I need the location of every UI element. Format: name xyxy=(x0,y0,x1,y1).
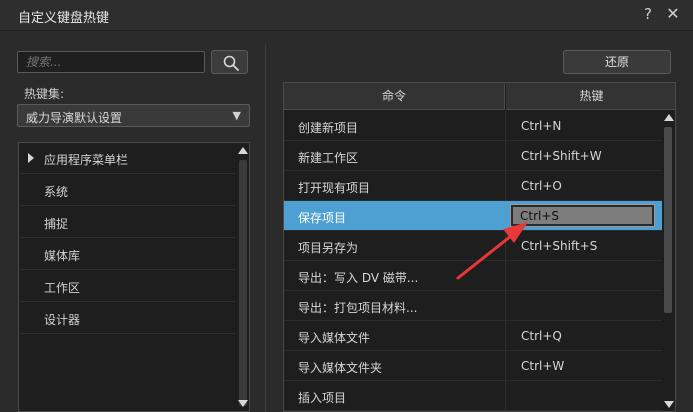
category-list: 应用程序菜单栏 系统 捕捉 媒体库 工作区 设计器 xyxy=(18,142,250,412)
panel-divider xyxy=(265,44,266,412)
command-cell: 新建工作区 xyxy=(298,151,359,165)
scroll-up-icon[interactable] xyxy=(238,147,248,154)
category-label: 工作区 xyxy=(44,281,81,295)
cell-divider xyxy=(505,321,506,351)
command-cell: 保存项目 xyxy=(298,211,347,225)
hotkey-set-label: 热键集: xyxy=(24,87,65,101)
cell-divider xyxy=(505,171,506,201)
category-item-system[interactable]: 系统 xyxy=(20,175,235,206)
column-header-command[interactable]: 命令 xyxy=(284,83,505,110)
category-label: 系统 xyxy=(44,185,69,199)
command-cell: 导入媒体文件夹 xyxy=(298,361,383,375)
category-item-app-menu[interactable]: 应用程序菜单栏 xyxy=(20,143,235,174)
table-row[interactable]: 创建新项目 Ctrl+N xyxy=(284,111,662,141)
category-item-workspace[interactable]: 工作区 xyxy=(20,271,235,302)
expand-arrow-icon[interactable] xyxy=(28,153,34,163)
hotkey-set-value: 威力导演默认设置 xyxy=(26,111,123,125)
hotkey-cell[interactable]: Ctrl+N xyxy=(521,119,561,133)
category-label: 捕捉 xyxy=(44,217,69,231)
table-row[interactable]: 导入媒体文件 Ctrl+Q xyxy=(284,321,662,351)
table-row[interactable]: 项目另存为 Ctrl+Shift+S xyxy=(284,231,662,261)
command-cell: 创建新项目 xyxy=(298,121,359,135)
hotkey-cell[interactable]: Ctrl+Shift+S xyxy=(521,239,597,253)
command-cell: 导出：打包项目材料... xyxy=(298,301,418,315)
title-bar: 自定义键盘热键 ? ✕ xyxy=(0,0,693,31)
hotkey-cell[interactable]: Ctrl+Q xyxy=(521,329,562,343)
hotkey-cell[interactable]: Ctrl+O xyxy=(521,179,562,193)
cell-divider xyxy=(505,141,506,171)
category-label: 媒体库 xyxy=(44,249,81,263)
table-row[interactable]: 打开现有项目 Ctrl+O xyxy=(284,171,662,201)
category-label: 设计器 xyxy=(44,313,81,327)
scroll-down-icon[interactable] xyxy=(664,401,674,408)
restore-button[interactable]: 还原 xyxy=(563,50,671,74)
table-row[interactable]: 导入媒体文件夹 Ctrl+W xyxy=(284,351,662,381)
cell-divider xyxy=(505,231,506,261)
table-row[interactable]: 导出：写入 DV 磁带... xyxy=(284,261,662,291)
cell-divider xyxy=(505,261,506,291)
cell-divider xyxy=(505,351,506,381)
column-header-hotkey[interactable]: 热键 xyxy=(506,83,675,110)
category-label: 应用程序菜单栏 xyxy=(44,153,129,167)
table-row-selected[interactable]: 保存项目 Ctrl+S xyxy=(284,201,662,231)
hotkey-cell[interactable]: Ctrl+Shift+W xyxy=(521,149,602,163)
search-button[interactable] xyxy=(211,50,248,74)
help-icon[interactable]: ? xyxy=(640,5,656,25)
command-cell: 打开现有项目 xyxy=(298,181,371,195)
command-cell: 导入媒体文件 xyxy=(298,331,371,345)
scroll-thumb[interactable] xyxy=(664,127,672,313)
hotkey-table: 命令 热键 创建新项目 Ctrl+N 新建工作区 Ctrl+Shift+W 打开… xyxy=(283,82,676,412)
table-row[interactable]: 插入项目 xyxy=(284,381,662,411)
command-cell: 插入项目 xyxy=(298,391,347,405)
scroll-down-icon[interactable] xyxy=(238,400,248,407)
table-scrollbar[interactable] xyxy=(662,111,675,411)
chevron-down-icon: ▼ xyxy=(232,109,241,122)
search-icon xyxy=(223,55,239,71)
category-item-designer[interactable]: 设计器 xyxy=(20,303,235,334)
category-item-capture[interactable]: 捕捉 xyxy=(20,207,235,238)
cell-divider xyxy=(505,381,506,411)
cell-divider xyxy=(505,291,506,321)
hotkey-cell[interactable]: Ctrl+W xyxy=(521,359,564,373)
hotkey-edit-value: Ctrl+S xyxy=(520,209,560,223)
scroll-up-icon[interactable] xyxy=(664,114,674,121)
hotkey-edit-field[interactable]: Ctrl+S xyxy=(510,204,655,227)
scroll-thumb[interactable] xyxy=(239,160,247,406)
hotkey-set-dropdown[interactable]: 威力导演默认设置 ▼ xyxy=(17,104,250,127)
category-scrollbar[interactable] xyxy=(237,144,249,410)
command-cell: 导出：写入 DV 磁带... xyxy=(298,271,419,285)
window-title: 自定义键盘热键 xyxy=(18,11,110,26)
category-item-media-library[interactable]: 媒体库 xyxy=(20,239,235,270)
search-input[interactable] xyxy=(17,51,205,73)
command-cell: 项目另存为 xyxy=(298,241,359,255)
close-icon[interactable]: ✕ xyxy=(665,4,681,24)
table-row[interactable]: 新建工作区 Ctrl+Shift+W xyxy=(284,141,662,171)
cell-divider xyxy=(505,111,506,141)
table-row[interactable]: 导出：打包项目材料... xyxy=(284,291,662,321)
